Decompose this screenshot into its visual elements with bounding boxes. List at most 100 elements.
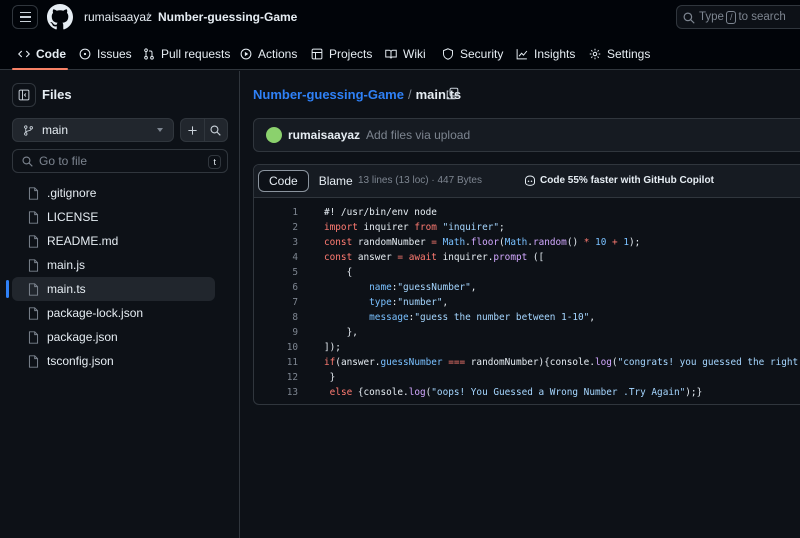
line-number[interactable]: 13 — [254, 385, 298, 400]
search-prefix: Type — [699, 11, 724, 23]
search-input[interactable]: Type / to search — [676, 5, 800, 29]
code-token: Math — [442, 237, 466, 248]
code-view-button[interactable]: Code — [258, 170, 309, 192]
copy-path-icon[interactable] — [446, 87, 459, 100]
tab-projects[interactable]: Projects — [311, 44, 372, 64]
code-token: ([ — [527, 252, 545, 263]
line-content: #! /usr/bin/env node — [324, 205, 437, 220]
code-token: else — [329, 387, 353, 398]
path-repo-link[interactable]: Number-guessing-Game — [253, 87, 404, 102]
code-line: 5 { — [254, 265, 800, 280]
file-view: Number-guessing-Game / main.ts rumaisaayaz… — [241, 71, 800, 538]
tab-pull-requests[interactable]: Pull requests — [143, 44, 230, 64]
code-token: randomNumber){console. — [465, 357, 595, 368]
go-to-file-placeholder: Go to file — [39, 154, 88, 168]
pull-request-icon — [144, 48, 154, 60]
line-number[interactable]: 7 — [254, 295, 298, 310]
search-icon — [22, 156, 33, 167]
code-token: === — [448, 357, 466, 368]
search-suffix: to search — [738, 11, 786, 23]
breadcrumb-owner[interactable]: rumaisaayaz — [84, 10, 152, 24]
line-number[interactable]: 9 — [254, 325, 298, 340]
breadcrumb-repo[interactable]: Number-guessing-Game — [158, 10, 297, 24]
line-number[interactable]: 10 — [254, 340, 298, 355]
avatar[interactable] — [266, 127, 282, 143]
file-name: main.ts — [47, 282, 86, 296]
code-line: 1 #! /usr/bin/env node — [254, 205, 800, 220]
go-to-file-input[interactable]: Go to file t — [12, 149, 228, 173]
file-item-package-json[interactable]: package.json — [0, 325, 240, 349]
tab-wiki[interactable]: Wiki — [385, 44, 426, 64]
line-number[interactable]: 4 — [254, 250, 298, 265]
line-content: type:"number", — [324, 295, 448, 310]
file-icon — [28, 330, 39, 344]
hamburger-line — [19, 16, 31, 18]
line-number[interactable]: 12 — [254, 370, 298, 385]
line-content: } — [324, 370, 336, 385]
file-name: main.js — [47, 258, 86, 272]
tab-insights[interactable]: Insights — [516, 44, 575, 64]
sidebar-collapse-icon — [18, 89, 30, 101]
file-name: .gitignore — [47, 186, 97, 200]
code-line: 2 import inquirer from "inquirer"; — [254, 220, 800, 235]
tab-wiki-label: Wiki — [403, 47, 426, 61]
menu-button[interactable] — [12, 5, 38, 29]
tab-actions[interactable]: Actions — [240, 44, 297, 64]
code-line: 3 const randomNumber = Math.floor(Math.ra… — [254, 235, 800, 250]
issue-icon — [79, 48, 91, 60]
file-icon — [28, 354, 39, 368]
blame-view-button[interactable]: Blame — [309, 170, 363, 192]
code-token: await — [408, 252, 437, 263]
code-token: } — [324, 372, 336, 383]
branch-icon — [24, 124, 33, 136]
copilot-promo[interactable]: Code 55% faster with GitHub Copilot — [524, 175, 714, 186]
code-token: if — [324, 357, 336, 368]
line-number[interactable]: 2 — [254, 220, 298, 235]
line-number[interactable]: 11 — [254, 355, 298, 370]
file-name: tsconfig.json — [47, 354, 114, 368]
code-line: 12 } — [254, 370, 800, 385]
file-item-gitignore[interactable]: .gitignore — [0, 181, 240, 205]
code-token: ]); — [324, 342, 341, 353]
file-item-readme[interactable]: README.md — [0, 229, 240, 253]
tab-issues[interactable]: Issues — [79, 44, 132, 64]
line-number[interactable]: 5 — [254, 265, 298, 280]
line-number[interactable]: 3 — [254, 235, 298, 250]
code-token: randomNumber — [352, 237, 432, 248]
file-item-main-js[interactable]: main.js — [0, 253, 240, 277]
tab-settings[interactable]: Settings — [589, 44, 650, 64]
code-line: 11 if(answer.guessNumber === randomNumber… — [254, 355, 800, 370]
tab-pull-requests-label: Pull requests — [161, 47, 231, 61]
code-token: #! /usr/bin/env node — [324, 207, 437, 218]
commit-message[interactable]: Add files via upload — [366, 128, 470, 142]
add-file-button[interactable] — [181, 119, 205, 141]
code-token: 10 — [595, 237, 607, 248]
line-content: }, — [324, 325, 358, 340]
branch-selector[interactable]: main — [12, 118, 174, 142]
code-token: guessNumber — [380, 357, 443, 368]
code-token: floor — [470, 237, 500, 248]
line-content: if(answer.guessNumber === randomNumber){… — [324, 355, 800, 370]
line-number[interactable]: 6 — [254, 280, 298, 295]
commit-author[interactable]: rumaisaayaz — [288, 128, 360, 142]
file-item-package-lock[interactable]: package-lock.json — [0, 301, 240, 325]
code-token: log — [594, 357, 612, 368]
tab-security[interactable]: Security — [442, 44, 503, 64]
line-content: else {console.log("oops! You Guessed a W… — [324, 385, 703, 400]
line-number[interactable]: 8 — [254, 310, 298, 325]
file-item-license[interactable]: LICENSE — [0, 205, 240, 229]
tab-code[interactable]: Code — [18, 44, 66, 64]
github-logo-icon[interactable] — [47, 4, 73, 30]
line-number[interactable]: 1 — [254, 205, 298, 220]
code-line: 6 name:"guessNumber", — [254, 280, 800, 295]
tab-settings-label: Settings — [607, 47, 651, 61]
shield-icon — [443, 48, 453, 60]
latest-commit-bar: rumaisaayaz Add files via upload — [253, 118, 800, 152]
search-files-button[interactable] — [205, 119, 228, 141]
file-item-main-ts[interactable]: main.ts — [6, 277, 215, 301]
collapse-sidebar-button[interactable] — [12, 83, 36, 107]
line-content: const answer = await inquirer.prompt ([ — [324, 250, 544, 265]
file-item-tsconfig[interactable]: tsconfig.json — [0, 349, 240, 373]
